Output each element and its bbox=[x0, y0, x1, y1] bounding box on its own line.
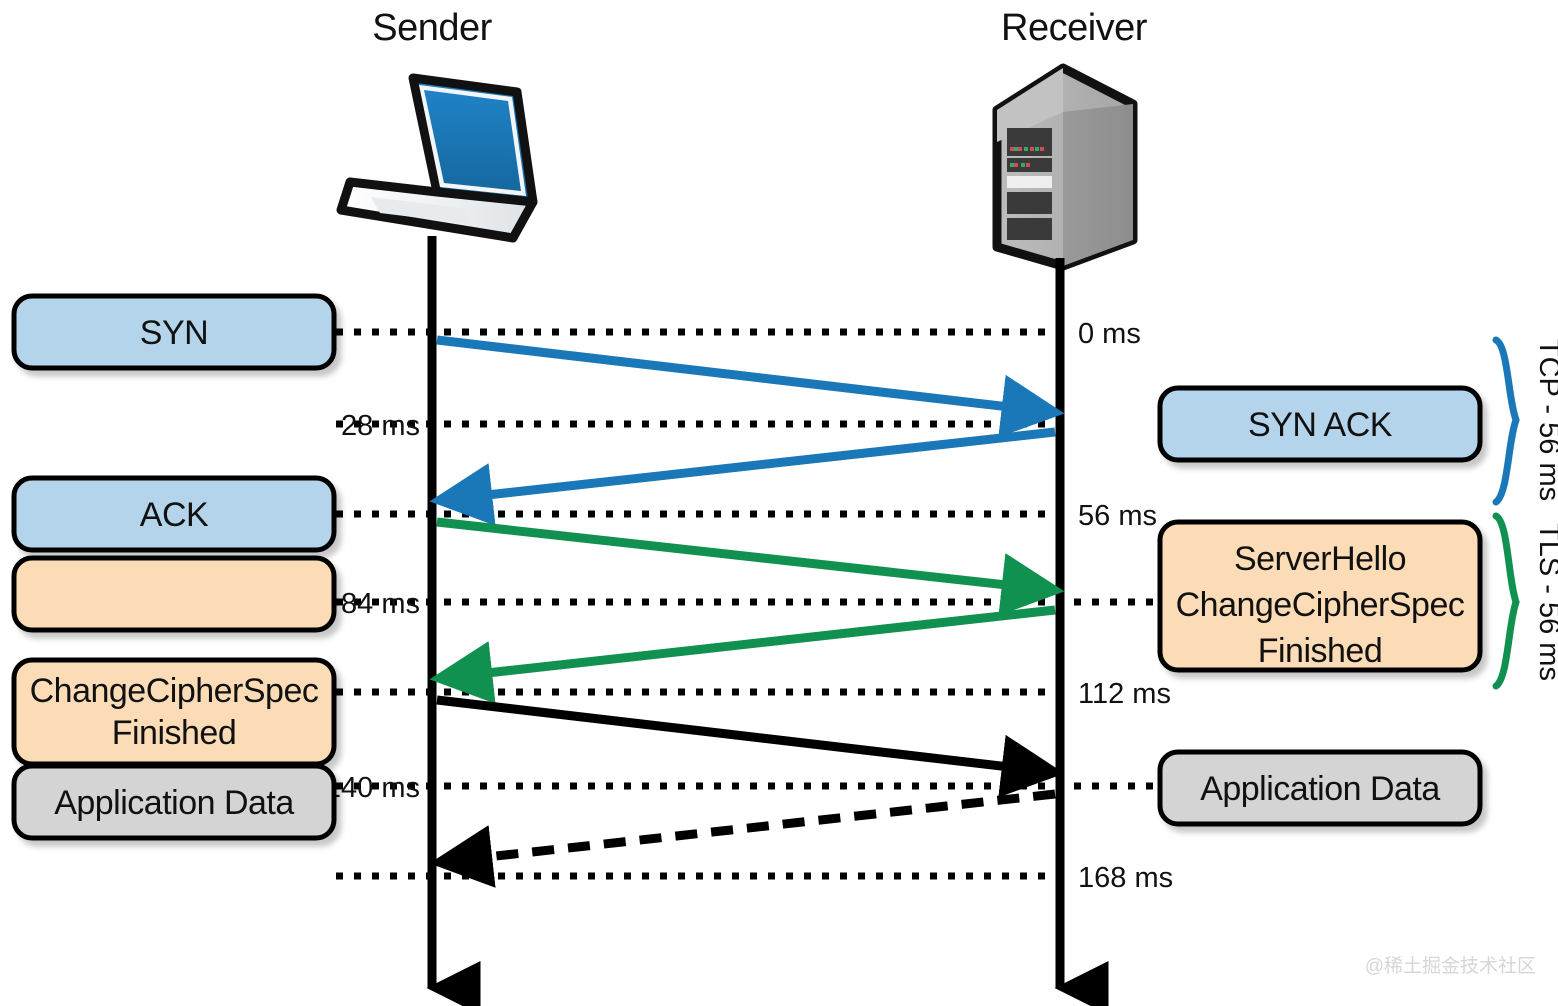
arrow-syn bbox=[436, 335, 1065, 438]
phase-braces: TCP - 56 ms TLS - 56 ms bbox=[1492, 336, 1558, 690]
arrow-app-data-in bbox=[429, 789, 1056, 888]
message-box-serverhello[interactable]: ServerHello ChangeCipherSpec Finished bbox=[1157, 519, 1483, 673]
tcp-brace bbox=[1492, 336, 1520, 506]
server-icon bbox=[992, 63, 1138, 271]
message-box-application-data-right-label: Application Data bbox=[1200, 770, 1440, 808]
sender-label: Sender bbox=[372, 7, 492, 49]
time-label-0ms: 0 ms bbox=[1078, 318, 1141, 350]
message-box-syn-ack-label: SYN ACK bbox=[1248, 406, 1393, 444]
message-box-ack[interactable]: ACK bbox=[11, 475, 337, 553]
time-label-140ms: 140 ms bbox=[325, 772, 420, 804]
time-label-112ms: 112 ms bbox=[1078, 678, 1171, 710]
arrow-serverhello bbox=[429, 605, 1056, 704]
arrow-app-data-out bbox=[436, 695, 1065, 798]
right-message-boxes: SYN ACK ServerHello ChangeCipherSpec Fin… bbox=[1157, 385, 1483, 827]
time-label-56ms: 56 ms bbox=[1078, 500, 1157, 532]
tcp-brace-label: TCP - 56 ms bbox=[1533, 339, 1558, 501]
sequence-diagram: Sender Receiver 0 ms 28 ms 56 ms 84 ms 1… bbox=[11, 7, 1558, 1006]
receiver-label: Receiver bbox=[1001, 7, 1148, 49]
watermark: @稀土掘金技术社区 bbox=[1365, 955, 1536, 977]
message-box-application-data-left-label: Application Data bbox=[54, 784, 294, 822]
message-arrows bbox=[429, 335, 1065, 888]
message-box-serverhello-line3: Finished bbox=[1258, 632, 1383, 670]
message-box-ack-label: ACK bbox=[140, 496, 209, 534]
message-box-clienthello[interactable] bbox=[11, 555, 337, 633]
message-box-changecipherspec-line1: ChangeCipherSpec bbox=[30, 672, 319, 710]
message-box-changecipherspec-line2: Finished bbox=[112, 714, 237, 752]
laptop-icon bbox=[336, 73, 538, 243]
arrow-clienthello bbox=[436, 517, 1065, 616]
message-box-application-data-right[interactable]: Application Data bbox=[1157, 749, 1483, 827]
tls-brace-label: TLS - 56 ms bbox=[1533, 523, 1558, 681]
time-label-84ms: 84 ms bbox=[341, 588, 420, 620]
message-box-syn-ack[interactable]: SYN ACK bbox=[1157, 385, 1483, 463]
message-box-syn-label: SYN bbox=[140, 314, 208, 352]
time-label-28ms: 28 ms bbox=[341, 410, 420, 442]
message-box-changecipherspec[interactable]: ChangeCipherSpec Finished bbox=[11, 657, 337, 767]
message-box-syn[interactable]: SYN bbox=[11, 293, 337, 371]
arrow-syn-ack bbox=[429, 427, 1056, 526]
message-box-application-data-left[interactable]: Application Data bbox=[11, 763, 337, 841]
tls-brace bbox=[1492, 512, 1520, 690]
left-message-boxes: SYN ACK ChangeCipherSpec Finished Applic… bbox=[11, 293, 337, 841]
message-box-serverhello-line2: ChangeCipherSpec bbox=[1176, 586, 1465, 624]
diagram-canvas: Sender Receiver 0 ms 28 ms 56 ms 84 ms 1… bbox=[0, 0, 1558, 1006]
message-box-serverhello-line1: ServerHello bbox=[1234, 540, 1406, 578]
time-label-168ms: 168 ms bbox=[1078, 862, 1173, 894]
